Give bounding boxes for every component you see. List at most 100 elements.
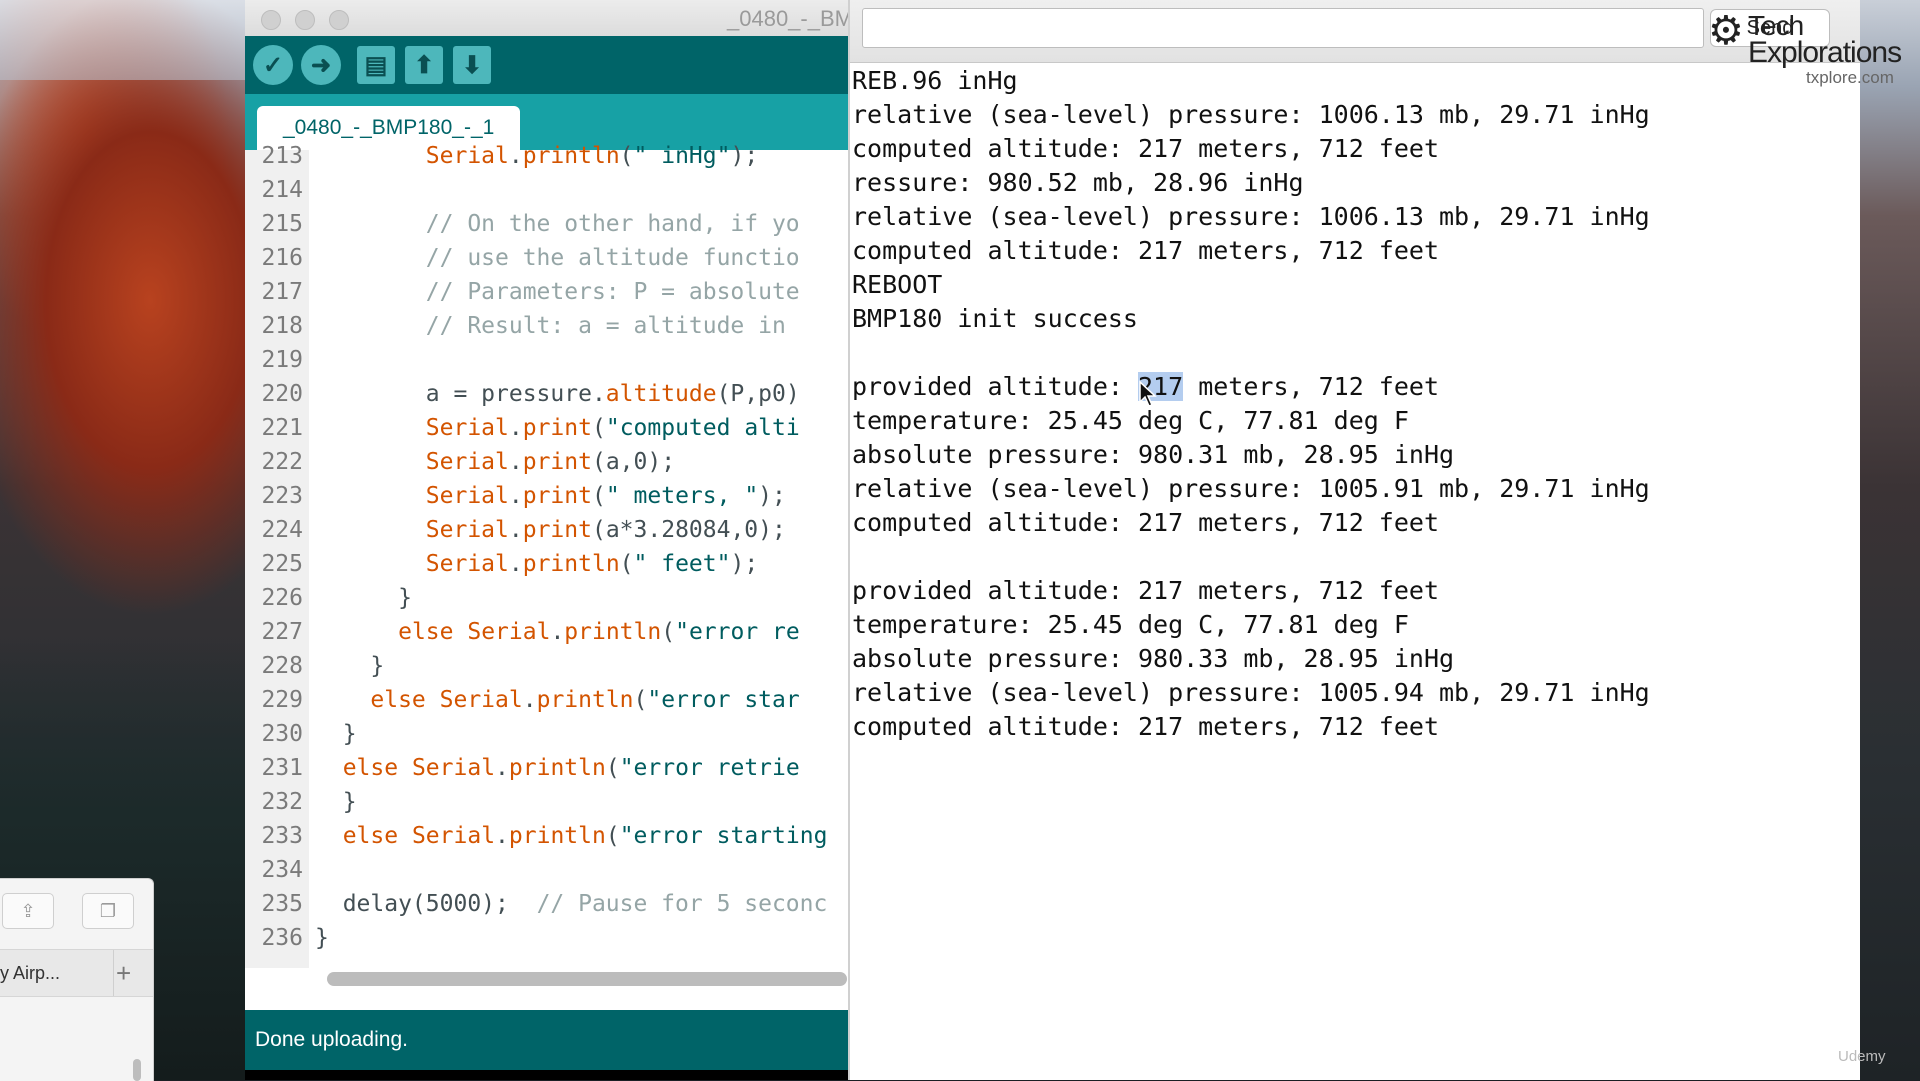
code-line[interactable]: 218 // Result: a = altitude in <box>245 309 850 343</box>
gear-icon: ⚙ <box>1708 9 1744 53</box>
line-number: 228 <box>261 653 303 679</box>
logo-line-2: Explorations <box>1748 36 1902 69</box>
line-number: 217 <box>261 279 303 305</box>
new-tab-button[interactable]: + <box>116 958 131 989</box>
serial-output-line: BMP180 init success <box>852 304 1138 333</box>
code-line[interactable]: 232 } <box>245 785 850 819</box>
new-sketch-button[interactable]: ▤ <box>357 46 395 84</box>
scrollbar[interactable] <box>133 1059 141 1081</box>
serial-output-line: computed altitude: 217 meters, 712 feet <box>852 236 1439 265</box>
serial-output-line: computed altitude: 217 meters, 712 feet <box>852 508 1439 537</box>
code-text: else Serial.println("error star <box>370 687 800 713</box>
serial-output-line: ressure: 980.52 mb, 28.96 inHg <box>852 168 1304 197</box>
line-number: 215 <box>261 211 303 237</box>
arrow-right-icon: ➜ <box>310 51 332 79</box>
serial-input[interactable] <box>862 8 1704 48</box>
code-text: // use the altitude functio <box>425 245 800 271</box>
serial-output-line: temperature: 25.45 deg C, 77.81 deg F <box>852 406 1409 435</box>
code-text: else Serial.println("error starting <box>342 823 828 849</box>
code-text: a = pressure.altitude(P,p0) <box>315 381 800 407</box>
serial-output-line: absolute pressure: 980.33 mb, 28.95 inHg <box>852 644 1455 673</box>
arrow-up-icon: ⬆ <box>413 51 435 79</box>
code-text: // Parameters: P = absolute <box>425 279 800 305</box>
serial-output-line: relative (sea-level) pressure: 1006.13 m… <box>852 100 1650 129</box>
ide-statusbar: Done uploading. <box>245 1010 850 1070</box>
line-number: 230 <box>261 721 303 747</box>
serial-output-line: relative (sea-level) pressure: 1005.94 m… <box>852 678 1650 707</box>
line-number: 229 <box>261 687 303 713</box>
code-line[interactable]: 222 Serial.print(a,0); <box>245 445 850 479</box>
code-line[interactable]: 223 Serial.print(" meters, "); <box>245 479 850 513</box>
file-icon: ▤ <box>364 51 388 79</box>
code-line[interactable]: 227 else Serial.println("error re <box>245 615 850 649</box>
code-line[interactable]: 214 <box>245 173 850 207</box>
serial-output-line: provided altitude: 217 meters, 712 feet <box>852 576 1439 605</box>
code-line[interactable]: 215 // On the other hand, if yo <box>245 207 850 241</box>
line-number: 218 <box>261 313 303 339</box>
tabs-icon[interactable]: ❐ <box>82 893 134 929</box>
code-line[interactable]: 229 else Serial.println("error star <box>245 683 850 717</box>
horizontal-scrollbar[interactable] <box>327 972 847 986</box>
code-text: Serial.print(a,0); <box>425 449 676 475</box>
console-area <box>245 1070 850 1080</box>
arrow-down-icon: ⬇ <box>461 51 483 79</box>
check-icon: ✓ <box>262 51 284 79</box>
share-icon[interactable]: ⇪ <box>2 893 54 929</box>
minimize-window-button[interactable] <box>295 10 315 30</box>
ide-titlebar: _0480_-_BMP180_-_1 <box>245 0 850 37</box>
code-text: } <box>315 789 357 815</box>
code-text: // Result: a = altitude in <box>425 313 800 339</box>
close-window-button[interactable] <box>261 10 281 30</box>
code-line[interactable]: 216 // use the altitude functio <box>245 241 850 275</box>
code-editor[interactable]: 213 Serial.println(" inHg"); 214 215 // On… <box>245 143 850 968</box>
code-line[interactable]: 225 Serial.println(" feet"); <box>245 547 850 581</box>
verify-button[interactable]: ✓ <box>253 45 293 85</box>
code-line[interactable]: 221 Serial.print("computed alti <box>245 411 850 445</box>
upload-button[interactable]: ➜ <box>301 45 341 85</box>
line-number: 224 <box>261 517 303 543</box>
line-number: 236 <box>261 925 303 951</box>
tech-explorations-logo: ⚙ Tech Explorations txplore.com <box>1708 8 1918 87</box>
udemy-watermark: Udemy <box>1838 1048 1886 1065</box>
code-text: Serial.print(a*3.28084,0); <box>425 517 786 543</box>
line-number: 231 <box>261 755 303 781</box>
serial-output-line: computed altitude: 217 meters, 712 feet <box>852 712 1439 741</box>
tab-airplay[interactable]: y Airp... <box>0 963 60 984</box>
line-number: 233 <box>261 823 303 849</box>
line-number: 220 <box>261 381 303 407</box>
code-line[interactable]: 217 // Parameters: P = absolute <box>245 275 850 309</box>
serial-output-line: REBOOT <box>852 270 943 299</box>
code-text: // On the other hand, if yo <box>425 211 800 237</box>
line-number: 214 <box>261 177 303 203</box>
line-number: 232 <box>261 789 303 815</box>
code-text: } <box>315 585 412 611</box>
code-text: Serial.print("computed alti <box>425 415 800 441</box>
line-number: 234 <box>261 857 303 883</box>
line-number: 222 <box>261 449 303 475</box>
serial-output[interactable]: REB.96 inHg relative (sea-level) pressure… <box>850 62 1860 1080</box>
code-line[interactable]: 235 delay(5000); // Pause for 5 seconc <box>245 887 850 921</box>
code-line[interactable]: 234 <box>245 853 850 887</box>
arduino-ide-window: _0480_-_BMP180_-_1 ✓ ➜ ▤ ⬆ ⬇ _0480_-_BMP… <box>245 0 850 1080</box>
line-number: 216 <box>261 245 303 271</box>
code-line[interactable]: 219 <box>245 343 850 377</box>
code-line[interactable]: 213 Serial.println(" inHg"); <box>245 139 850 173</box>
serial-output-line: relative (sea-level) pressure: 1006.13 m… <box>852 202 1650 231</box>
logo-site: txplore.com <box>1806 68 1894 87</box>
code-line[interactable]: 226 } <box>245 581 850 615</box>
code-text: } <box>315 721 357 747</box>
code-line[interactable]: 236} <box>245 921 850 955</box>
code-line[interactable]: 230 } <box>245 717 850 751</box>
code-line[interactable]: 231 else Serial.println("error retrie <box>245 751 850 785</box>
serial-output-line: relative (sea-level) pressure: 1005.91 m… <box>852 474 1650 503</box>
open-sketch-button[interactable]: ⬆ <box>405 46 443 84</box>
tab-divider <box>113 950 114 996</box>
code-text: else Serial.println("error retrie <box>342 755 800 781</box>
code-line[interactable]: 233 else Serial.println("error starting <box>245 819 850 853</box>
code-line[interactable]: 220 a = pressure.altitude(P,p0) <box>245 377 850 411</box>
code-line[interactable]: 224 Serial.print(a*3.28084,0); <box>245 513 850 547</box>
code-line[interactable]: 228 } <box>245 649 850 683</box>
window-title: _0480_-_BMP180_-_1 <box>727 6 850 31</box>
zoom-window-button[interactable] <box>329 10 349 30</box>
save-sketch-button[interactable]: ⬇ <box>453 46 491 84</box>
